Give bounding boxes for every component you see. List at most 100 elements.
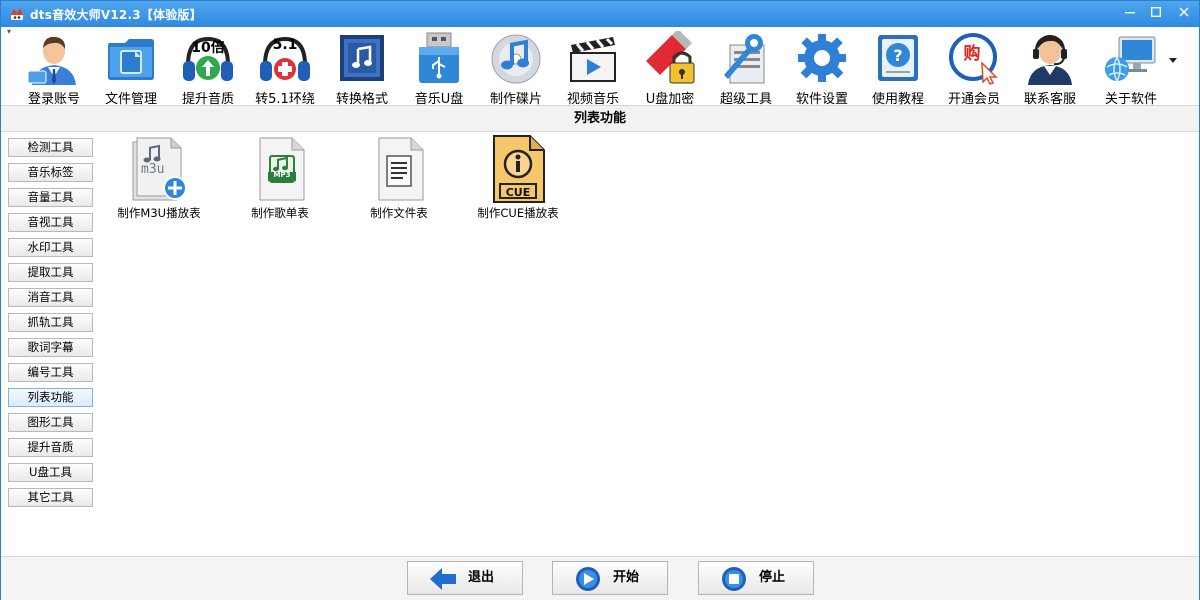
svg-text:?: ? [893,46,902,65]
sidebar-item-audio-video[interactable]: 音视工具 [8,213,93,232]
usb-drive-icon [419,32,459,83]
mp3-badge: MP3 [273,171,291,179]
toolbar-file-manage-button[interactable]: 文件管理 [93,29,169,107]
toolbar-more-button[interactable] [1169,57,1177,67]
gear-icon [798,34,846,82]
feature-make-cue[interactable]: CUE 制作CUE播放表 [466,134,566,220]
toolbar-member-button[interactable]: 购 开通会员 [936,29,1012,107]
stop-icon [722,567,746,591]
cue-badge: CUE [505,186,531,199]
toolbar-about-label: 关于软件 [1104,92,1157,107]
toolbar-member-label: 开通会员 [947,92,1000,107]
feature-make-file-list-label: 制作文件表 [370,206,428,220]
toolbar-surround-button[interactable]: 5.1 转5.1环绕 [247,29,323,107]
window-title: dts音效大师V12.3【体验版】 [30,8,202,22]
sidebar-item-extract[interactable]: 提取工具 [8,263,93,282]
toolbar-make-disc-label: 制作碟片 [489,92,542,107]
toolbar-tutorial-button[interactable]: ? 使用教程 [860,29,936,107]
toolbar-settings-button[interactable]: 软件设置 [784,29,860,107]
toolbar-usb-encrypt-button[interactable]: U盘加密 [632,29,708,107]
buy-badge: 购 [963,44,981,64]
mp3-file-icon [259,137,305,201]
sidebar-item-quality[interactable]: 提升音质 [8,438,93,457]
sidebar-item-numbering[interactable]: 编号工具 [8,363,93,382]
toolbar-quality-label: 提升音质 [181,92,234,107]
sidebar-item-other[interactable]: 其它工具 [8,488,93,507]
sidebar-item-music-tags[interactable]: 音乐标签 [8,163,93,182]
toolbar-surround-label: 转5.1环绕 [255,92,315,107]
exit-button[interactable]: 退出 [407,561,523,595]
toolbar-support-button[interactable]: 联系客服 [1012,29,1088,107]
app-logo-icon [11,8,23,20]
feature-make-playlist-label: 制作歌单表 [251,206,309,220]
feature-panel: m3u 制作M3U播放表 MP3 制作歌单表 制作文件表 CUE 制作CUE播放… [101,132,1199,556]
sidebar-item-rip[interactable]: 抓轨工具 [8,313,93,332]
maximize-button[interactable] [1143,1,1169,25]
toolbar-support-label: 联系客服 [1023,92,1076,107]
minimize-button[interactable] [1117,1,1143,25]
toolbar-convert-button[interactable]: 转换格式 [324,29,400,107]
section-title: 列表功能 [1,106,1199,132]
main-toolbar: ▾ 登录账号 文件管理 10倍 提升音质 5.1 转5.1环绕 转换格式 音乐U… [1,27,1199,107]
toolbar-super-tools-button[interactable]: 超级工具 [708,29,784,107]
toolbar-music-usb-button[interactable]: 音乐U盘 [401,29,477,107]
toolbar-music-usb-label: 音乐U盘 [414,92,464,107]
sidebar-item-vocal-remove[interactable]: 消音工具 [8,288,93,307]
start-button-label: 开始 [613,570,640,585]
clapperboard-icon [570,37,616,82]
action-bar: 退出 开始 停止 [1,556,1199,600]
feature-make-m3u-label: 制作M3U播放表 [117,206,201,220]
toolbar-tutorial-label: 使用教程 [871,92,924,107]
toolbar-make-disc-button[interactable]: 制作碟片 [478,29,554,107]
toolbar-video-music-label: 视频音乐 [566,92,619,107]
usb-lock-icon [646,31,695,84]
toolbar-convert-label: 转换格式 [335,92,388,107]
help-book-icon: ? [878,35,918,81]
user-login-icon [27,36,76,85]
toolbar-quality-button[interactable]: 10倍 提升音质 [170,29,246,107]
support-agent-icon [1028,35,1072,85]
toolbar-grip: ▾ [7,27,12,36]
arrow-left-icon [430,568,456,590]
stop-button[interactable]: 停止 [698,561,814,595]
maximize-icon [1151,7,1161,17]
minimize-icon [1125,12,1135,14]
sidebar-item-volume[interactable]: 音量工具 [8,188,93,207]
sidebar-item-list-functions[interactable]: 列表功能 [8,388,93,407]
app-window: dts音效大师V12.3【体验版】 ▾ 登录账号 文件管理 10倍 提升音质 5… [0,0,1200,600]
exit-button-label: 退出 [468,570,495,585]
feature-make-m3u[interactable]: m3u 制作M3U播放表 [107,134,207,220]
tools-icon [724,34,765,84]
close-button[interactable] [1171,1,1197,25]
close-icon [1179,7,1189,17]
toolbar-usb-encrypt-label: U盘加密 [645,92,695,107]
category-sidebar: 检测工具 音乐标签 音量工具 音视工具 水印工具 提取工具 消音工具 抓轨工具 … [1,132,101,556]
folder-icon [108,39,154,80]
toolbar-settings-label: 软件设置 [795,92,848,107]
start-button[interactable]: 开始 [552,561,668,595]
toolbar-super-tools-label: 超级工具 [719,92,772,107]
chevron-down-icon [1169,58,1177,63]
toolbar-about-button[interactable]: 关于软件 [1093,29,1169,107]
toolbar-login-label: 登录账号 [27,92,80,107]
feature-make-file-list[interactable]: 制作文件表 [347,134,447,220]
sidebar-item-graphics[interactable]: 图形工具 [8,413,93,432]
sidebar-item-detect[interactable]: 检测工具 [8,138,93,157]
stop-button-label: 停止 [759,570,786,585]
feature-make-playlist[interactable]: MP3 制作歌单表 [228,134,328,220]
title-bar: dts音效大师V12.3【体验版】 [1,1,1199,27]
toolbar-video-music-button[interactable]: 视频音乐 [555,29,631,107]
sidebar-item-lyrics[interactable]: 歌词字幕 [8,338,93,357]
computer-globe-icon [1105,36,1156,82]
play-icon [576,567,600,591]
text-file-icon [378,137,424,201]
toolbar-file-manage-label: 文件管理 [104,92,157,107]
music-convert-icon [340,35,384,81]
disc-icon [491,34,541,84]
quality-badge: 10倍 [191,40,225,56]
m3u-badge: m3u [141,162,165,177]
sidebar-item-usb-tools[interactable]: U盘工具 [8,463,93,482]
sidebar-item-watermark[interactable]: 水印工具 [8,238,93,257]
toolbar-login-button[interactable]: 登录账号 [16,29,92,107]
feature-make-cue-label: 制作CUE播放表 [477,206,559,220]
